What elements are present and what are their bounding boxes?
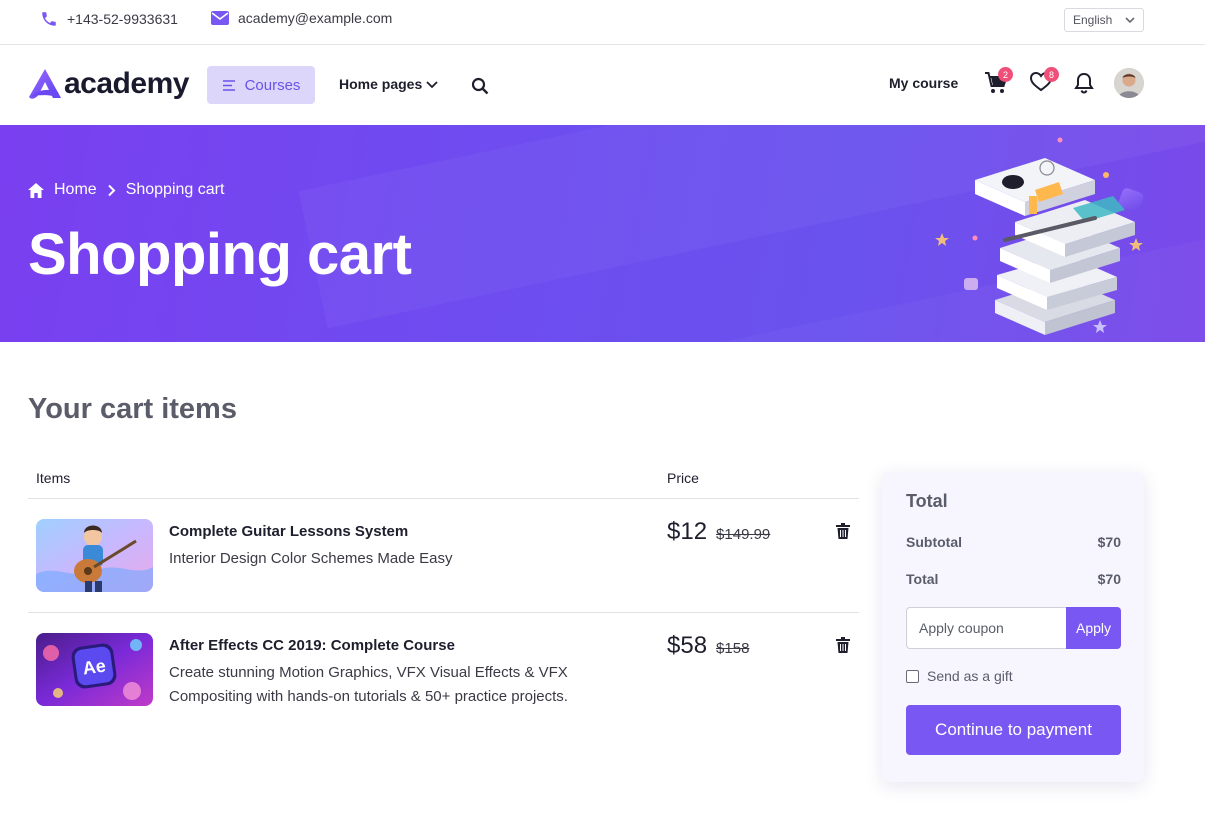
- coupon-input[interactable]: [906, 607, 1066, 649]
- gift-label: Send as a gift: [927, 668, 1013, 684]
- continue-to-payment-button[interactable]: Continue to payment: [906, 705, 1121, 755]
- book-stack-illustration: [935, 137, 1144, 335]
- svg-text:Ae: Ae: [81, 655, 107, 678]
- cart-table-header: Items Price: [28, 458, 859, 499]
- subtotal-label: Subtotal: [906, 534, 962, 550]
- bell-icon: [1074, 72, 1094, 94]
- notifications-button[interactable]: [1074, 72, 1094, 99]
- home-pages-label: Home pages: [339, 76, 423, 92]
- trash-icon: [836, 637, 850, 653]
- remove-item-button[interactable]: [836, 523, 850, 544]
- course-thumbnail[interactable]: Ae: [36, 633, 153, 706]
- user-avatar-image: [1114, 68, 1144, 98]
- page-banner: Home Shopping cart Shopping cart: [0, 125, 1205, 342]
- phone-number: +143-52-9933631: [67, 11, 178, 27]
- breadcrumb-current: Shopping cart: [125, 181, 225, 198]
- subtotal-row: Subtotal $70: [906, 534, 1121, 550]
- cart-item-row: Ae After Effects CC 2019: Complete Cours…: [28, 613, 859, 727]
- item-price: $58 $158: [667, 632, 749, 660]
- email-contact[interactable]: academy@example.com: [211, 10, 392, 26]
- send-as-gift-option[interactable]: Send as a gift: [906, 668, 1013, 684]
- original-price: $149.99: [716, 526, 771, 543]
- home-pages-dropdown[interactable]: Home pages: [339, 76, 438, 92]
- breadcrumb: Home Shopping cart: [28, 181, 224, 199]
- language-value: English: [1073, 13, 1113, 27]
- coupon-form: Apply: [906, 607, 1121, 649]
- current-price: $12: [667, 518, 708, 545]
- language-select[interactable]: English: [1064, 8, 1144, 32]
- envelope-icon: [211, 11, 229, 25]
- total-row: Total $70: [906, 571, 1121, 587]
- course-title[interactable]: After Effects CC 2019: Complete Course: [169, 637, 455, 654]
- guitar-course-image: [36, 519, 153, 592]
- gift-checkbox[interactable]: [906, 669, 919, 683]
- email-address: academy@example.com: [238, 10, 393, 26]
- academy-logo-icon: [29, 69, 61, 99]
- column-header-items: Items: [36, 470, 71, 486]
- menu-lines-icon: [222, 79, 235, 91]
- subtotal-value: $70: [1097, 534, 1121, 550]
- total-value: $70: [1097, 571, 1121, 587]
- wishlist-button[interactable]: 8: [1029, 67, 1059, 97]
- course-title[interactable]: Complete Guitar Lessons System: [169, 523, 408, 540]
- page-title: Shopping cart: [28, 222, 412, 287]
- course-description: Interior Design Color Schemes Made Easy: [169, 550, 453, 567]
- chevron-down-icon: [426, 80, 438, 88]
- total-label: Total: [906, 571, 939, 587]
- apply-coupon-button[interactable]: Apply: [1066, 607, 1121, 649]
- cart-count-badge: 2: [998, 67, 1013, 82]
- item-price: $12 $149.99: [667, 518, 770, 546]
- course-description: Create stunning Motion Graphics, VFX Vis…: [169, 664, 568, 705]
- trash-icon: [836, 523, 850, 539]
- order-summary-card: Total Subtotal $70 Total $70 Apply Send …: [882, 472, 1144, 782]
- search-icon: [471, 77, 489, 95]
- wishlist-count-badge: 8: [1044, 67, 1059, 82]
- logo-text: academy: [64, 67, 189, 100]
- chevron-right-icon: [107, 184, 116, 196]
- original-price: $158: [716, 640, 750, 657]
- remove-item-button[interactable]: [836, 637, 850, 658]
- breadcrumb-home[interactable]: Home: [54, 181, 97, 199]
- course-thumbnail[interactable]: [36, 519, 153, 592]
- cart-button[interactable]: 2: [984, 67, 1013, 99]
- current-price: $58: [667, 632, 708, 659]
- cart-section-title: Your cart items: [28, 393, 237, 425]
- column-header-price: Price: [667, 470, 699, 486]
- home-icon[interactable]: [28, 182, 44, 198]
- user-avatar[interactable]: [1114, 68, 1144, 98]
- main-navbar: academy Courses Home pages My course 2 8: [0, 45, 1205, 125]
- phone-icon: [42, 12, 56, 26]
- search-button[interactable]: [471, 77, 489, 100]
- cart-item-row: Complete Guitar Lessons System Interior …: [28, 499, 859, 613]
- logo[interactable]: academy: [28, 67, 189, 101]
- courses-button[interactable]: Courses: [207, 66, 315, 104]
- top-contact-bar: +143-52-9933631 academy@example.com Engl…: [0, 0, 1205, 45]
- phone-contact[interactable]: +143-52-9933631: [40, 10, 178, 28]
- chevron-down-icon: [1125, 17, 1135, 24]
- courses-label: Courses: [244, 76, 301, 94]
- summary-heading: Total: [906, 491, 948, 511]
- after-effects-course-image: Ae: [36, 633, 153, 706]
- my-course-link[interactable]: My course: [889, 75, 958, 91]
